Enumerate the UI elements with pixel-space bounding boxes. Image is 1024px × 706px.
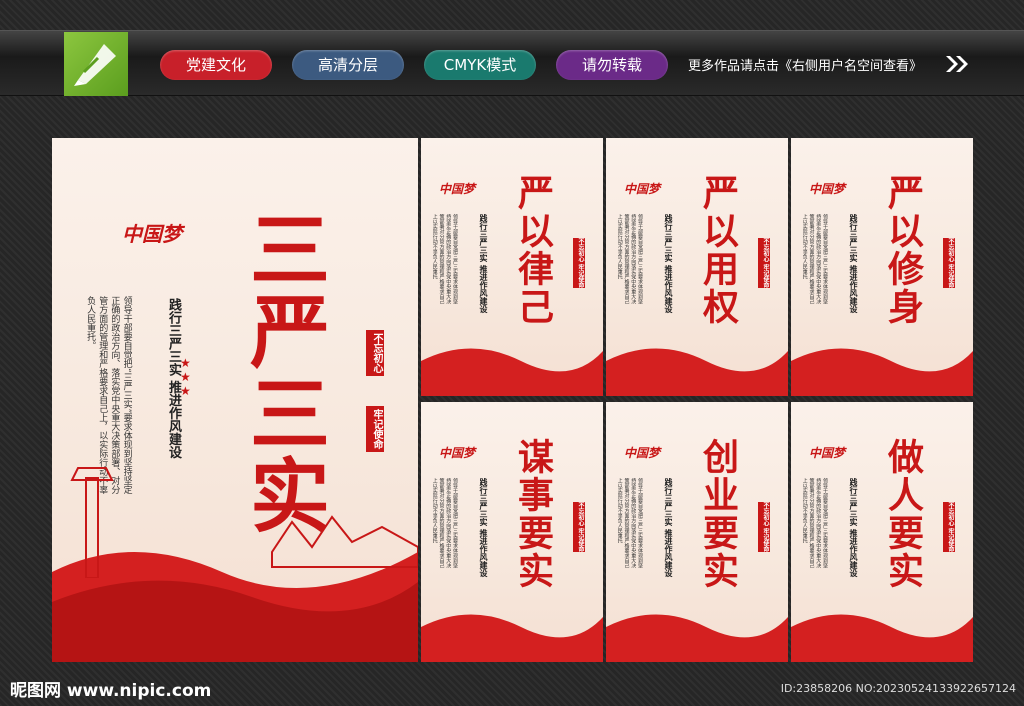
red-wave-decoration [421, 614, 603, 662]
poster-seal: 不忘初心 牢记使命 [573, 238, 585, 289]
poster-yan-yi-xiu-shen: 中国梦 践行三严三实 推进作风建设 领导干部要自觉把三严三实要求体现到坚持坚定正… [791, 138, 973, 396]
poster-title: 严以律己 [512, 174, 554, 326]
double-chevron-right-icon[interactable] [944, 54, 970, 78]
main-poster: 中国梦 践行三严三实 推进作风建设 ★ ★ ★ 领导干部要自觉把“三严三实”要求体现… [52, 138, 418, 662]
seal-mission: 牢记使命 [366, 406, 384, 452]
tag-dangjian[interactable]: 党建文化 [160, 50, 272, 80]
seal-initial-heart: 不忘初心 [366, 330, 384, 376]
red-wave-decoration [421, 348, 603, 396]
poster-body-text: 领导干部要自觉把三严三实要求体现到坚持坚定正确的政治方向落实党中央重大决策部署对… [616, 478, 643, 568]
poster-mou-shi-yao-shi: 中国梦 践行三严三实 推进作风建设 领导干部要自觉把三严三实要求体现到坚持坚定正… [421, 402, 603, 662]
poster-body-text: 领导干部要自觉把三严三实要求体现到坚持坚定正确的政治方向落实党中央重大决策部署对… [801, 478, 828, 568]
poster-body-text: 领导干部要自觉把三严三实要求体现到坚持坚定正确的政治方向落实党中央重大决策部署对… [431, 478, 458, 568]
china-dream-logo: 中国梦 [439, 182, 476, 196]
poster-subtitle: 践行三严三实 推进作风建设 [664, 214, 674, 313]
red-wave-decoration [791, 348, 973, 396]
poster-subtitle: 践行三严三实 推进作风建设 [849, 214, 859, 313]
china-dream-logo: 中国梦 [809, 446, 846, 460]
red-wave-decoration [606, 348, 788, 396]
poster-body-text: 领导干部要自觉把三严三实要求体现到坚持坚定正确的政治方向落实党中央重大决策部署对… [616, 214, 643, 304]
poster-seal: 不忘初心 牢记使命 [943, 238, 955, 289]
poster-seal: 不忘初心 牢记使命 [758, 502, 770, 553]
tag-cmyk[interactable]: CMYK模式 [424, 50, 536, 80]
poster-subtitle: 践行三严三实 推进作风建设 [664, 478, 674, 577]
poster-title: 做人要实 [882, 438, 924, 590]
poster-title: 创业要实 [697, 438, 739, 590]
china-dream-logo: 中国梦 [439, 446, 476, 460]
red-wave-decoration [791, 614, 973, 662]
china-dream-logo: 中国梦 [624, 182, 661, 196]
pen-logo-icon[interactable] [64, 32, 128, 96]
red-wave-decoration [606, 614, 788, 662]
china-dream-logo: 中国梦 [809, 182, 846, 196]
poster-title: 严以修身 [882, 174, 924, 326]
tag-hd-layers[interactable]: 高清分层 [292, 50, 404, 80]
poster-title: 严以用权 [697, 174, 739, 326]
main-title: 三严三实 [237, 208, 331, 536]
tag-no-repost[interactable]: 请勿转载 [556, 50, 668, 80]
poster-seal: 不忘初心 牢记使命 [943, 502, 955, 553]
more-works-note[interactable]: 更多作品请点击《右侧用户名空间查看》 [688, 55, 922, 74]
poster-seal: 不忘初心 牢记使命 [758, 238, 770, 289]
poster-subtitle: 践行三严三实 推进作风建设 [479, 214, 489, 313]
poster-subtitle: 践行三严三实 推进作风建设 [479, 478, 489, 577]
stars-icon: ★ ★ ★ [180, 356, 191, 398]
poster-yan-yi-yong-quan: 中国梦 践行三严三实 推进作风建设 领导干部要自觉把三严三实要求体现到坚持坚定正… [606, 138, 788, 396]
poster-chuang-ye-yao-shi: 中国梦 践行三严三实 推进作风建设 领导干部要自觉把三严三实要求体现到坚持坚定正… [606, 402, 788, 662]
poster-body-text: 领导干部要自觉把三严三实要求体现到坚持坚定正确的政治方向落实党中央重大决策部署对… [431, 214, 458, 304]
image-id: ID:23858206 NO:20230524133922657124 [780, 682, 1016, 695]
poster-subtitle: 践行三严三实 推进作风建设 [849, 478, 859, 577]
huabiao-pillar-icon [70, 467, 114, 578]
site-watermark[interactable]: 昵图网 www.nipic.com [10, 676, 211, 701]
poster-yan-yi-lv-ji: 中国梦 践行三严三实 推进作风建设 领导干部要自觉把三严三实要求体现到坚持坚定正… [421, 138, 603, 396]
poster-body-text: 领导干部要自觉把三严三实要求体现到坚持坚定正确的政治方向落实党中央重大决策部署对… [801, 214, 828, 304]
poster-title: 谋事要实 [512, 438, 554, 590]
poster-seal: 不忘初心 牢记使命 [573, 502, 585, 553]
china-dream-logo: 中国梦 [624, 446, 661, 460]
poster-zuo-ren-yao-shi: 中国梦 践行三严三实 推进作风建设 领导干部要自觉把三严三实要求体现到坚持坚定正… [791, 402, 973, 662]
china-dream-logo: 中国梦 [122, 222, 182, 246]
